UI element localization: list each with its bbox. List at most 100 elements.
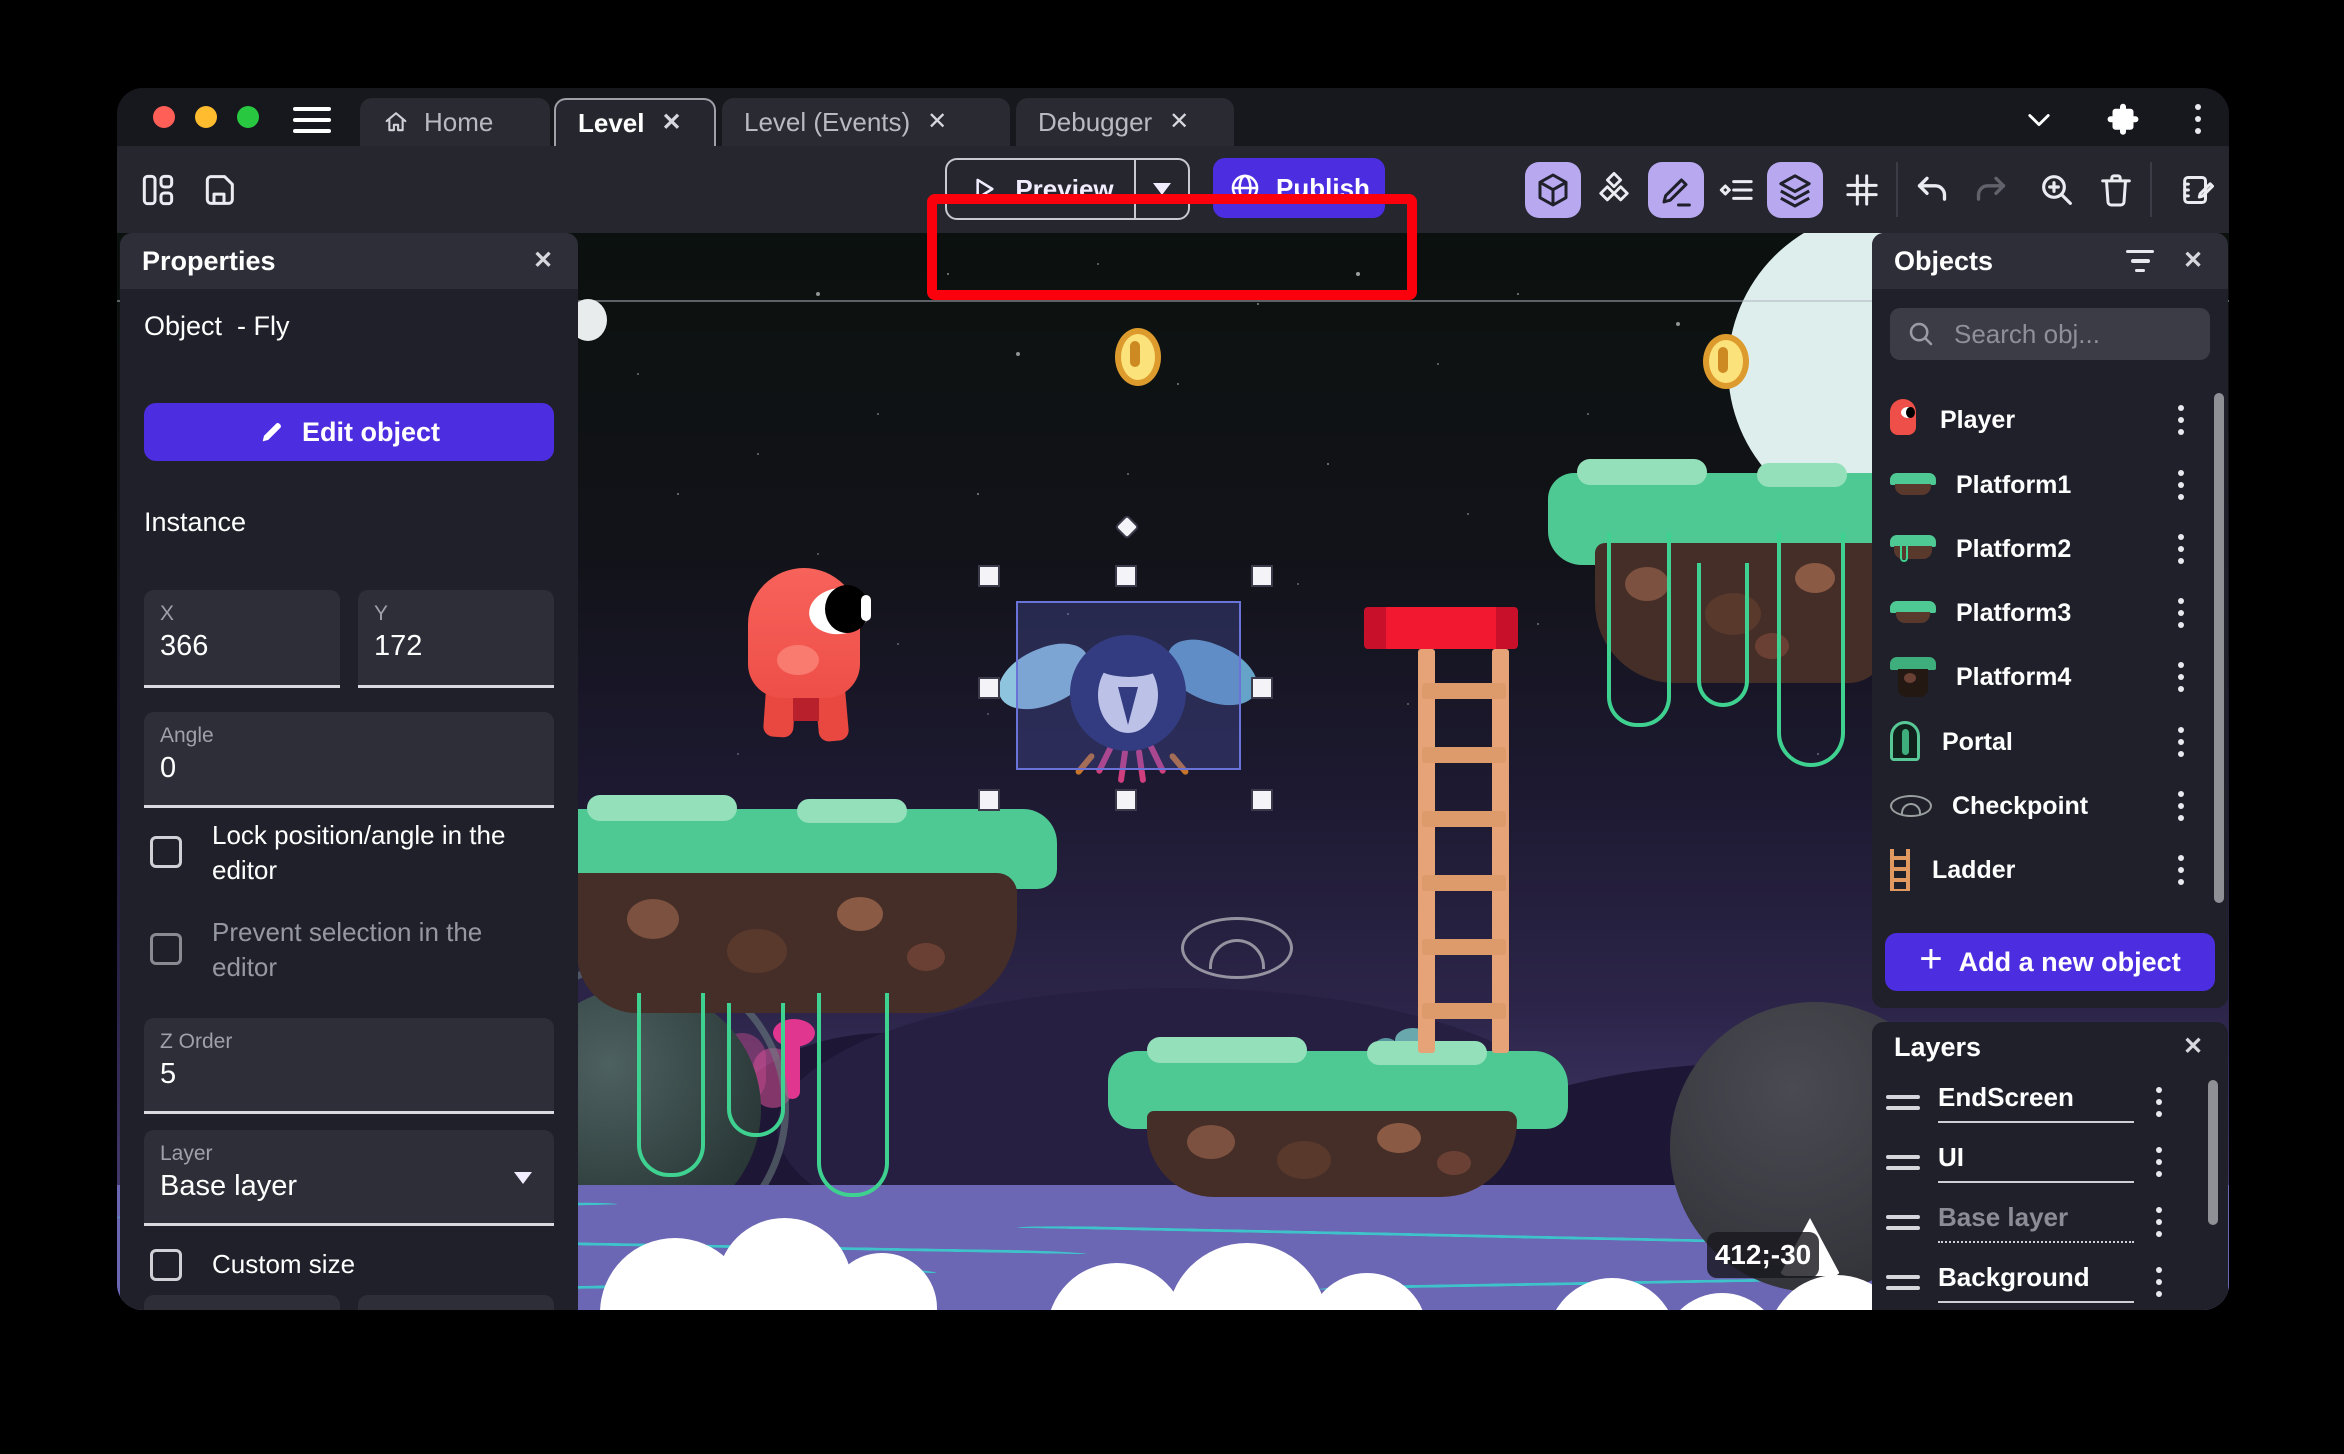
resize-handle-n[interactable]	[1115, 565, 1137, 587]
object-row-platform2[interactable]: Platform2	[1872, 517, 2228, 581]
object-row-checkpoint[interactable]: Checkpoint	[1872, 774, 2228, 838]
filter-icon[interactable]	[2126, 249, 2154, 273]
zoom-in-icon[interactable]	[2028, 146, 2086, 233]
extensions-button[interactable]	[2105, 102, 2141, 138]
drag-handle-icon[interactable]	[1886, 1274, 1920, 1290]
object-row-platform1[interactable]: Platform1	[1872, 453, 2228, 517]
preview-dropdown-button[interactable]	[1134, 160, 1188, 218]
properties-pencil-icon[interactable]	[1647, 146, 1705, 233]
custom-size-checkbox[interactable]	[150, 1249, 182, 1281]
edit-object-label: Edit object	[301, 416, 440, 447]
resize-handle-sw[interactable]	[978, 789, 1000, 811]
object-menu-icon[interactable]	[2178, 662, 2184, 692]
drag-handle-icon[interactable]	[1886, 1214, 1920, 1230]
layer-menu-icon[interactable]	[2156, 1267, 2162, 1297]
preview-button[interactable]: Preview	[947, 160, 1134, 218]
layer-row-background[interactable]: Background	[1872, 1252, 2228, 1310]
object-row-platform3[interactable]: Platform3	[1872, 581, 2228, 645]
title-bar: Home Level Level (Events) Debugger	[117, 88, 2229, 146]
x-field[interactable]: X 366	[144, 590, 340, 688]
rotate-handle[interactable]	[1114, 514, 1140, 540]
z-order-field[interactable]: Z Order 5	[144, 1018, 554, 1114]
search-input[interactable]	[1952, 317, 2186, 351]
object-menu-icon[interactable]	[2178, 791, 2184, 821]
edit-scene-icon[interactable]	[2169, 146, 2227, 233]
add-new-object-button[interactable]: + Add a new object	[1885, 933, 2215, 991]
window-dropdown-button[interactable]	[2022, 102, 2056, 136]
object-row-player[interactable]: Player	[1872, 388, 2228, 452]
panel-title: Objects	[1894, 245, 1994, 276]
cursor-coordinates-badge: 412;-30	[1707, 1232, 1819, 1278]
layer-row-base-layer[interactable]: Base layer	[1872, 1192, 2228, 1252]
tab-level[interactable]: Level	[554, 98, 716, 146]
fly-selected-instance[interactable]	[989, 601, 1267, 784]
y-field[interactable]: Y 172	[358, 590, 554, 688]
resize-handle-s[interactable]	[1115, 789, 1137, 811]
close-light[interactable]	[153, 106, 175, 128]
platform-icon	[1890, 535, 1936, 563]
objects-scrollbar[interactable]	[2214, 393, 2224, 903]
object-menu-icon[interactable]	[2178, 470, 2184, 500]
object-menu-icon[interactable]	[2178, 727, 2184, 757]
angle-field[interactable]: Angle 0	[144, 712, 554, 808]
resize-handle-nw[interactable]	[978, 565, 1000, 587]
grid-icon[interactable]	[1833, 146, 1891, 233]
object-menu-icon[interactable]	[2178, 405, 2184, 435]
instance-section-heading: Instance	[144, 507, 247, 537]
tab-home[interactable]: Home	[360, 98, 550, 146]
object-menu-icon[interactable]	[2178, 855, 2184, 885]
minimize-light[interactable]	[195, 106, 217, 128]
chevron-down-icon	[2028, 114, 2050, 127]
layer-menu-icon[interactable]	[2156, 1147, 2162, 1177]
close-panel-icon[interactable]	[2180, 248, 2206, 274]
layer-select[interactable]: Layer Base layer	[144, 1130, 554, 1226]
tab-level-events[interactable]: Level (Events)	[722, 98, 1010, 146]
y-value: 172	[374, 630, 423, 662]
preview-label: Preview	[1015, 173, 1114, 204]
layer-menu-icon[interactable]	[2156, 1087, 2162, 1117]
close-panel-icon[interactable]	[2180, 1034, 2206, 1060]
resize-handle-ne[interactable]	[1251, 565, 1273, 587]
object-menu-icon[interactable]	[2178, 534, 2184, 564]
objects-cube-icon[interactable]	[1524, 146, 1582, 233]
layer-row-endscreen[interactable]: EndScreen	[1872, 1072, 2228, 1132]
drag-handle-icon[interactable]	[1886, 1154, 1920, 1170]
object-row-ladder[interactable]: Ladder	[1872, 838, 2228, 902]
layer-menu-icon[interactable]	[2156, 1207, 2162, 1237]
toolbar-divider	[2150, 162, 2152, 217]
layers-icon[interactable]	[1766, 146, 1824, 233]
object-row-portal[interactable]: Portal	[1872, 710, 2228, 774]
tab-debugger[interactable]: Debugger	[1016, 98, 1234, 146]
close-tab-icon[interactable]	[659, 110, 685, 136]
more-options-icon[interactable]	[2195, 104, 2201, 134]
close-panel-icon[interactable]	[530, 248, 556, 274]
publish-button[interactable]: Publish	[1213, 158, 1385, 218]
drag-handle-icon[interactable]	[1886, 1094, 1920, 1110]
zoom-light[interactable]	[237, 106, 259, 128]
lock-position-checkbox[interactable]	[150, 836, 182, 868]
coin-instance[interactable]	[1115, 328, 1161, 386]
resize-handle-w[interactable]	[978, 677, 1000, 699]
resize-handle-e[interactable]	[1251, 677, 1273, 699]
undo-icon[interactable]	[1903, 146, 1961, 233]
resize-handle-se[interactable]	[1251, 789, 1273, 811]
coin-instance[interactable]	[1703, 334, 1749, 389]
close-tab-icon[interactable]	[1166, 109, 1192, 135]
z-order-label: Z Order	[160, 1030, 233, 1053]
instances-list-icon[interactable]	[1708, 146, 1766, 233]
home-icon	[382, 108, 410, 136]
layers-scrollbar[interactable]	[2208, 1080, 2218, 1225]
prevent-selection-checkbox[interactable]	[150, 933, 182, 965]
layer-row-ui[interactable]: UI	[1872, 1132, 2228, 1192]
trash-icon[interactable]	[2087, 146, 2145, 233]
object-search[interactable]	[1890, 308, 2210, 360]
edit-object-button[interactable]: Edit object	[144, 403, 554, 461]
save-icon[interactable]	[190, 146, 248, 233]
close-tab-icon[interactable]	[924, 109, 950, 135]
menu-icon[interactable]	[293, 107, 331, 133]
instances-cubes-icon[interactable]	[1585, 146, 1643, 233]
redo-icon[interactable]	[1962, 146, 2020, 233]
panels-layout-icon[interactable]	[129, 146, 187, 233]
object-row-platform4[interactable]: Platform4	[1872, 645, 2228, 709]
object-menu-icon[interactable]	[2178, 598, 2184, 628]
